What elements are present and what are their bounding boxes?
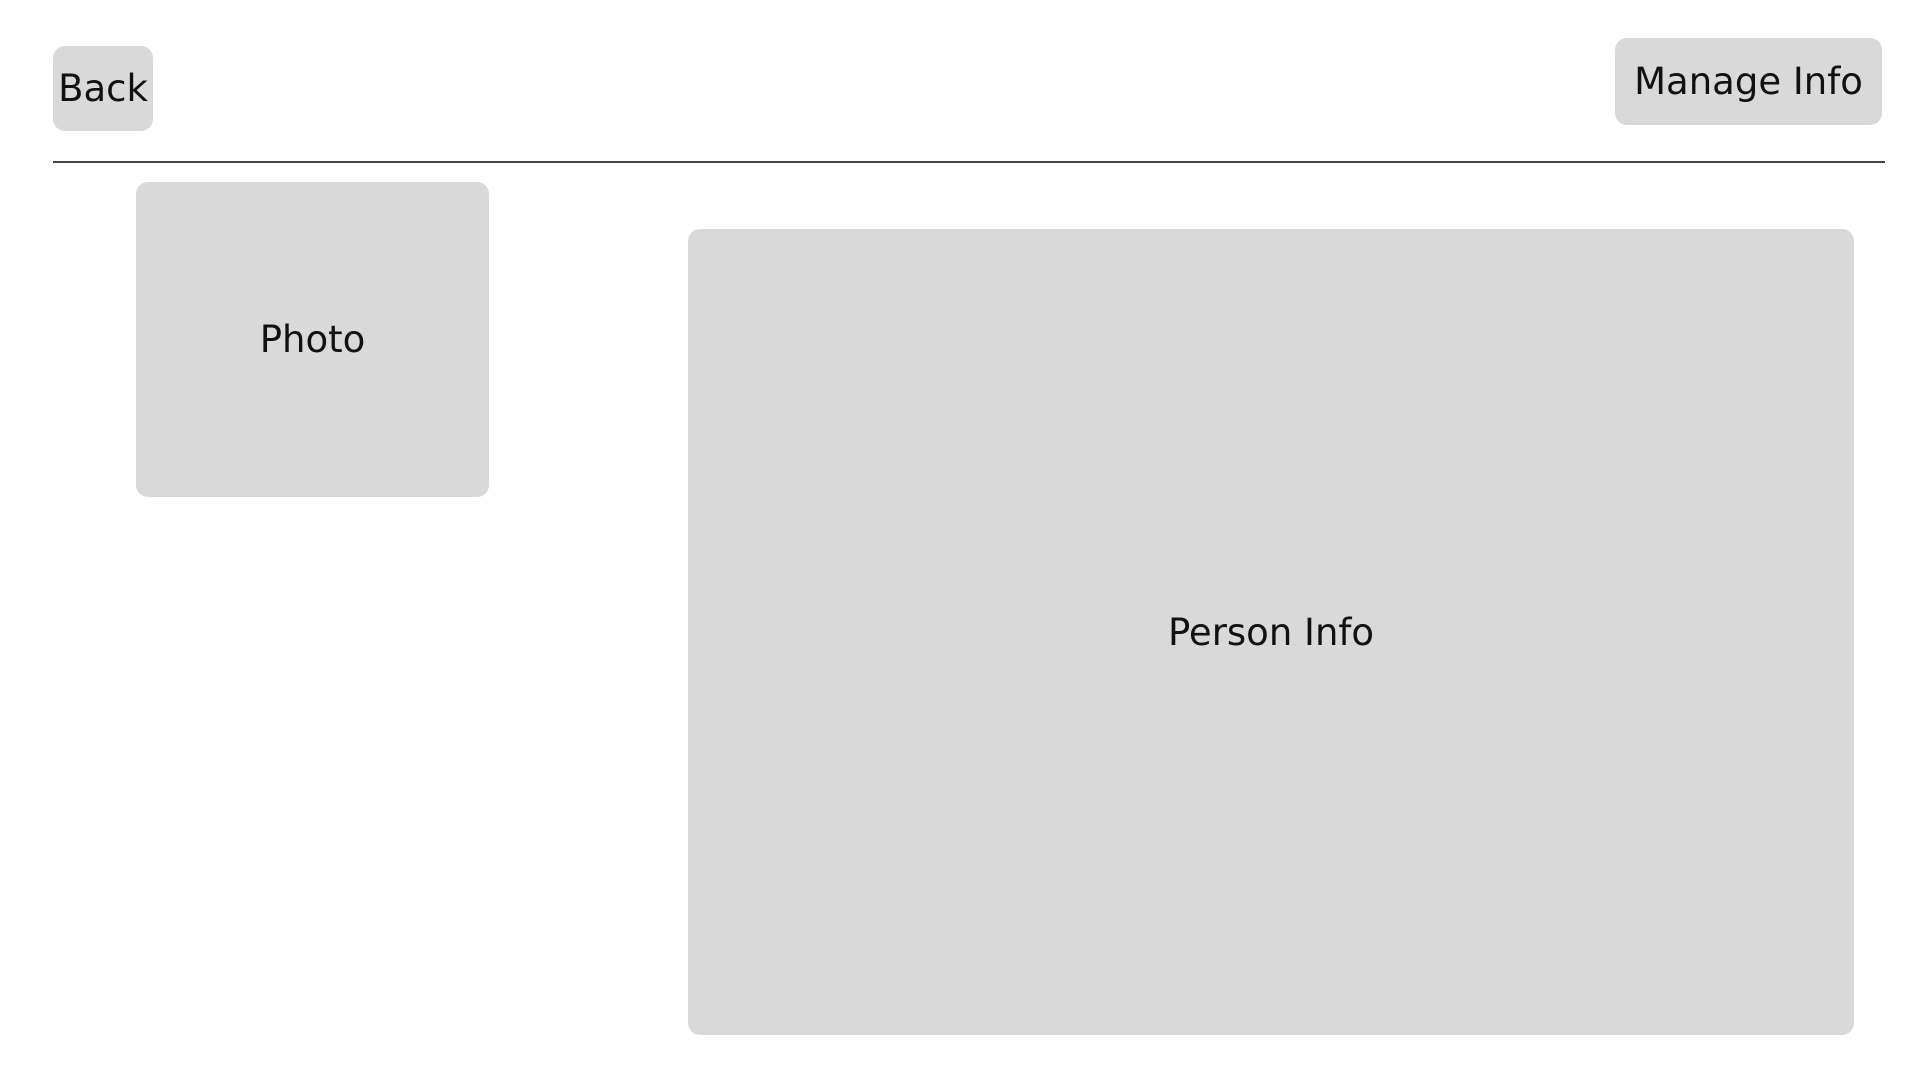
manage-info-button-label: Manage Info <box>1634 60 1863 103</box>
header-divider <box>53 161 1885 163</box>
manage-info-button[interactable]: Manage Info <box>1615 38 1882 125</box>
photo-label: Photo <box>259 318 366 361</box>
person-info-label: Person Info <box>1167 610 1375 654</box>
back-button[interactable]: Back <box>53 46 153 131</box>
photo-panel: Photo <box>136 182 489 497</box>
person-info-panel: Person Info <box>688 229 1854 1035</box>
back-button-label: Back <box>58 67 148 110</box>
